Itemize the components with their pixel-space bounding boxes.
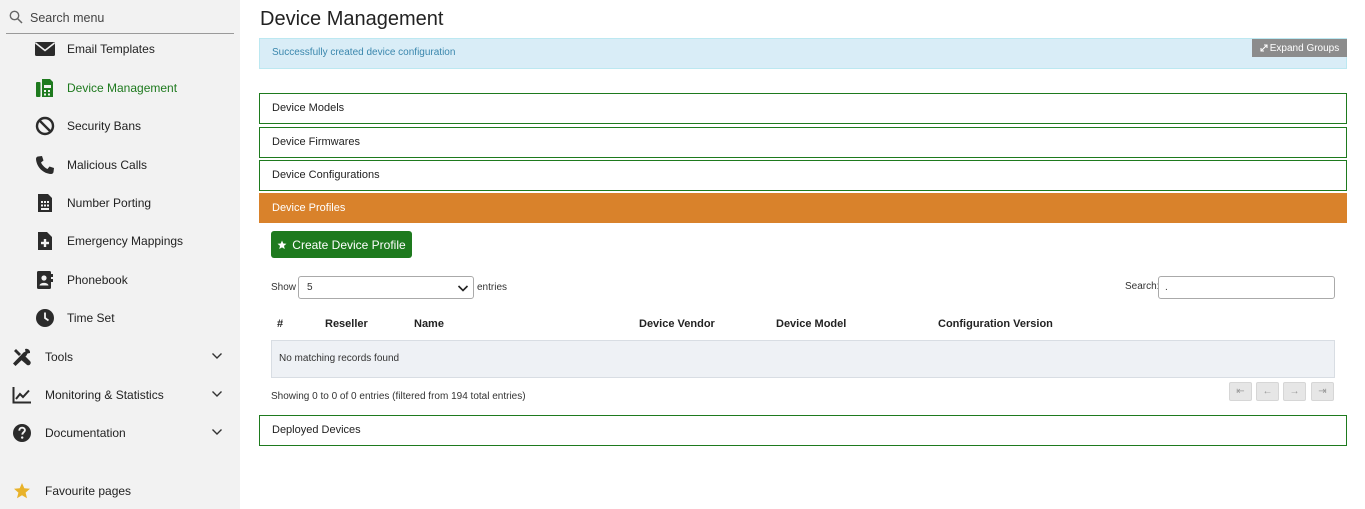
panel-device-firmwares[interactable]: Device Firmwares	[259, 127, 1347, 158]
select-value: 5	[307, 282, 313, 293]
panel-device-models[interactable]: Device Models	[259, 93, 1347, 124]
fax-icon	[34, 77, 56, 99]
entries-label: entries	[477, 282, 508, 293]
search-menu-input[interactable]	[30, 7, 230, 29]
question-circle-icon	[11, 422, 33, 444]
sidebar-item-malicious-calls[interactable]: Malicious Calls	[0, 150, 240, 180]
sidebar-section-monitoring[interactable]: Monitoring & Statistics	[0, 380, 240, 410]
panel-title: Deployed Devices	[272, 424, 361, 436]
main-content: Device Management Successfully created d…	[259, 0, 1347, 509]
tools-icon	[11, 346, 33, 368]
ban-icon	[34, 115, 56, 137]
sidebar-item-label: Malicious Calls	[67, 158, 148, 172]
sim-card-icon	[34, 192, 56, 214]
create-button-label: Create Device Profile	[292, 237, 406, 252]
create-device-profile-button[interactable]: Create Device Profile	[271, 231, 412, 258]
page-title: Device Management	[260, 8, 444, 30]
last-page-button[interactable]: ⇥	[1311, 382, 1334, 401]
app-root: Email Templates Device Management Securi…	[0, 0, 1365, 509]
column-header-device-model[interactable]: Device Model	[776, 318, 846, 330]
panel-title: Device Firmwares	[272, 136, 361, 148]
column-header-device-vendor[interactable]: Device Vendor	[639, 318, 715, 330]
expand-groups-button[interactable]: Expand Groups	[1252, 39, 1347, 57]
star-icon	[11, 480, 33, 502]
table-search-input[interactable]	[1158, 276, 1335, 299]
sidebar-item-phonebook[interactable]: Phonebook	[0, 265, 240, 295]
show-label: Show	[271, 282, 297, 293]
panel-device-profiles[interactable]: Device Profiles	[259, 193, 1347, 223]
entries-per-page-select[interactable]: 5	[298, 276, 474, 299]
empty-table-message: No matching records found	[279, 353, 400, 364]
chart-line-icon	[11, 384, 33, 406]
sidebar-item-label: Device Management	[67, 81, 178, 95]
chevron-down-icon	[212, 429, 222, 435]
column-header-configuration-version[interactable]: Configuration Version	[938, 318, 1053, 330]
next-page-button[interactable]: →	[1283, 382, 1306, 401]
sidebar-item-device-management[interactable]: Device Management	[0, 73, 240, 103]
sidebar-section-tools[interactable]: Tools	[0, 342, 240, 372]
sidebar-favourites-label: Favourite pages	[45, 484, 132, 498]
previous-page-button[interactable]: ←	[1256, 382, 1279, 401]
table-info: Showing 0 to 0 of 0 entries (filtered fr…	[271, 391, 526, 402]
sidebar-section-label: Tools	[45, 350, 74, 364]
panel-title: Device Configurations	[272, 169, 380, 181]
phone-icon	[34, 154, 56, 176]
expand-icon	[1260, 44, 1268, 52]
chevron-down-icon	[457, 285, 469, 292]
sidebar: Email Templates Device Management Securi…	[0, 0, 240, 509]
panel-device-configurations[interactable]: Device Configurations	[259, 160, 1347, 191]
sidebar-search	[6, 4, 234, 34]
chevron-down-icon	[212, 391, 222, 397]
column-header-id[interactable]: #	[277, 318, 283, 330]
address-book-icon	[34, 269, 56, 291]
success-alert: Successfully created device configuratio…	[259, 38, 1347, 69]
column-header-reseller[interactable]: Reseller	[325, 318, 368, 330]
sidebar-item-label: Time Set	[67, 311, 115, 325]
alert-message: Successfully created device configuratio…	[272, 47, 456, 58]
column-header-name[interactable]: Name	[414, 318, 444, 330]
first-page-button[interactable]: ⇤	[1229, 382, 1252, 401]
table-search-label: Search:	[1125, 281, 1160, 292]
sidebar-section-documentation[interactable]: Documentation	[0, 418, 240, 448]
panel-title: Device Profiles	[272, 202, 346, 214]
file-medical-icon	[34, 230, 56, 252]
sidebar-item-email-templates[interactable]: Email Templates	[0, 34, 240, 64]
clock-icon	[34, 307, 56, 329]
sidebar-item-time-set[interactable]: Time Set	[0, 303, 240, 333]
sidebar-item-emergency-mappings[interactable]: Emergency Mappings	[0, 226, 240, 256]
expand-groups-label: Expand Groups	[1269, 42, 1340, 54]
sidebar-section-label: Monitoring & Statistics	[45, 388, 164, 402]
sidebar-item-label: Emergency Mappings	[67, 234, 184, 248]
panel-title: Device Models	[272, 102, 345, 114]
table-row: No matching records found	[271, 340, 1335, 378]
sidebar-item-label: Security Bans	[67, 119, 142, 133]
panel-deployed-devices[interactable]: Deployed Devices	[259, 415, 1347, 446]
envelope-icon	[34, 38, 56, 60]
search-icon	[9, 10, 23, 24]
star-icon	[277, 240, 287, 249]
sidebar-favourite-pages[interactable]: Favourite pages	[0, 476, 240, 506]
sidebar-item-label: Email Templates	[67, 42, 155, 56]
sidebar-item-label: Number Porting	[67, 196, 152, 210]
sidebar-item-label: Phonebook	[67, 273, 128, 287]
sidebar-item-security-bans[interactable]: Security Bans	[0, 111, 240, 141]
sidebar-section-label: Documentation	[45, 426, 126, 440]
chevron-down-icon	[212, 353, 222, 359]
sidebar-item-number-porting[interactable]: Number Porting	[0, 188, 240, 218]
